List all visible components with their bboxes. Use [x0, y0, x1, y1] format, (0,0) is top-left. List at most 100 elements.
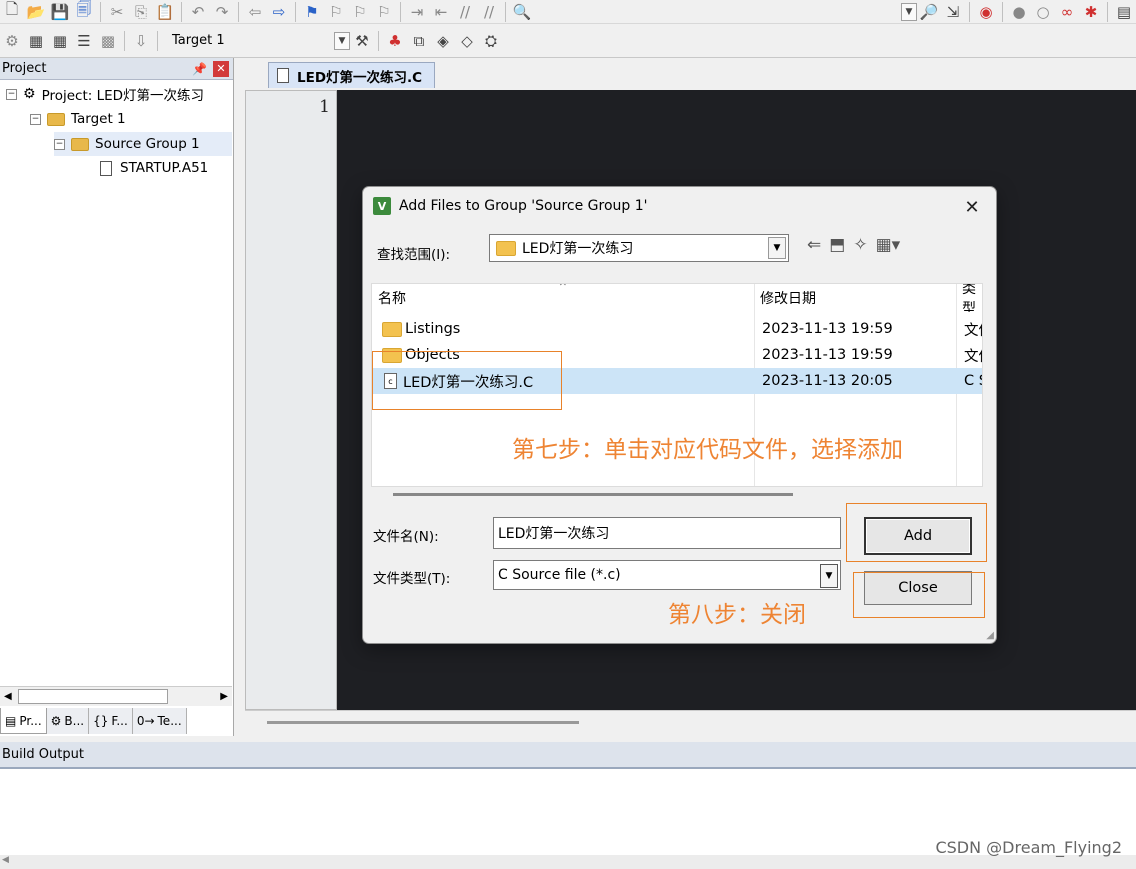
scroll-thumb[interactable]	[18, 689, 168, 704]
folder-icon	[496, 240, 516, 256]
column-header-type[interactable]: 类型	[956, 284, 982, 312]
target-options-icon[interactable]: ⚒	[350, 30, 374, 52]
main-toolbar: 🗋 📂 💾 🗐 ✂ ⎘ 📋 ↶ ↷ ⇦ ⇨ ⚑ ⚐ ⚐ ⚐ ⇥ ⇤ // // …	[0, 0, 1136, 24]
line-number: 1	[319, 97, 330, 117]
bookmark-icon[interactable]: ⚑	[300, 1, 324, 23]
file-list-hscrollbar[interactable]	[393, 493, 793, 496]
prev-bookmark-icon[interactable]: ⚐	[324, 1, 348, 23]
scroll-right-icon[interactable]: ▶	[216, 691, 232, 702]
collapse-icon[interactable]: −	[6, 88, 17, 100]
back-arrow-icon[interactable]: ⇐	[807, 235, 821, 255]
comment-icon[interactable]: //	[453, 1, 477, 23]
filetype-select[interactable]: C Source file (*.c) ▼	[493, 560, 841, 590]
manage-components-icon[interactable]: ⧉	[407, 30, 431, 52]
pack-installer-icon[interactable]: ⛭	[479, 30, 503, 52]
file-row[interactable]: Listings 2023-11-13 19:59 文件夹	[372, 316, 982, 342]
undo-icon[interactable]: ↶	[186, 1, 210, 23]
open-file-icon[interactable]: 📂	[24, 1, 48, 23]
file-extensions-icon[interactable]: ♣	[383, 30, 407, 52]
chevron-down-icon[interactable]: ▼	[820, 564, 838, 588]
filetype-value: C Source file (*.c)	[498, 567, 621, 583]
tab-books[interactable]: ⚙ B...	[46, 708, 90, 734]
uncomment-icon[interactable]: //	[477, 1, 501, 23]
window-layout-icon[interactable]: ▤	[1112, 1, 1136, 23]
column-header-name[interactable]: 名称	[372, 284, 754, 312]
nav-forward-icon[interactable]: ⇨	[267, 1, 291, 23]
tree-node-label: Source Group 1	[95, 136, 200, 152]
column-header-date[interactable]: 修改日期	[754, 284, 954, 312]
disable-all-breakpoints-icon[interactable]: ✱	[1079, 1, 1103, 23]
close-icon[interactable]: ✕	[213, 60, 229, 77]
tree-node-project[interactable]: − ⚙ Project: LED灯第一次练习	[6, 82, 204, 106]
project-hscrollbar[interactable]: ◀ ▶	[0, 686, 232, 706]
download-icon[interactable]: ⇩	[129, 30, 153, 52]
file-icon	[277, 68, 289, 83]
pin-icon[interactable]: 📌	[192, 62, 207, 76]
chevron-down-icon[interactable]: ▼	[768, 237, 786, 259]
save-icon[interactable]: 💾	[48, 1, 72, 23]
filename-input[interactable]: LED灯第一次练习	[493, 517, 841, 549]
indent-icon[interactable]: ⇥	[405, 1, 429, 23]
collapse-icon[interactable]: −	[30, 113, 41, 125]
tab-project[interactable]: ▤ Pr...	[0, 708, 47, 734]
file-date: 2023-11-13 19:59	[762, 321, 893, 337]
breakpoint-icon[interactable]: ●	[1007, 1, 1031, 23]
project-panel: Project 📌 ✕ − ⚙ Project: LED灯第一次练习 − Tar…	[0, 58, 234, 736]
cut-icon[interactable]: ✂	[105, 1, 129, 23]
annotation-box-close	[853, 572, 985, 618]
tree-node-file[interactable]: STARTUP.A51	[100, 156, 208, 180]
batch-build-icon[interactable]: ☰	[72, 30, 96, 52]
column-label: 类型	[962, 284, 976, 312]
disable-breakpoint-icon[interactable]: ○	[1031, 1, 1055, 23]
close-icon[interactable]: ✕	[960, 195, 984, 219]
save-all-icon[interactable]: 🗐	[72, 0, 96, 23]
collapse-icon[interactable]: −	[54, 138, 65, 150]
build-toolbar: ⚙ ▦ ▦ ☰ ▩ ⇩ Target 1 ▼ ⚒ ♣ ⧉ ◈ ◇ ⛭	[0, 24, 1136, 58]
nav-back-icon[interactable]: ⇦	[243, 1, 267, 23]
scroll-left-icon[interactable]: ◀	[0, 691, 16, 702]
look-in-select[interactable]: LED灯第一次练习 ▼	[489, 234, 789, 262]
redo-icon[interactable]: ↷	[210, 1, 234, 23]
run-time-env-icon[interactable]: ◇	[455, 30, 479, 52]
tab-functions[interactable]: {} F...	[89, 708, 133, 734]
folder-icon	[71, 137, 89, 151]
copy-icon[interactable]: ⎘	[129, 1, 153, 23]
stop-build-icon[interactable]: ▩	[96, 30, 120, 52]
clear-bookmarks-icon[interactable]: ⚐	[372, 1, 396, 23]
paste-icon[interactable]: 📋	[153, 1, 177, 23]
find-icon[interactable]: 🔎	[917, 1, 941, 23]
chevron-down-icon[interactable]: ▼	[334, 31, 350, 50]
up-folder-icon[interactable]: ⬒	[829, 235, 845, 255]
tree-node-source-group[interactable]: − Source Group 1	[54, 132, 232, 156]
view-menu-icon[interactable]: ▦▾	[876, 235, 901, 255]
build-icon[interactable]: ▦	[24, 30, 48, 52]
debug-icon[interactable]: ◉	[974, 1, 998, 23]
editor-tab-bar: LED灯第一次练习.C	[240, 58, 1136, 88]
find-in-files-icon[interactable]: 🔍	[510, 1, 534, 23]
find-dropdown-arrow-icon[interactable]: ▼	[901, 2, 917, 21]
target-select[interactable]: Target 1 ▼	[168, 30, 350, 52]
new-folder-icon[interactable]: ✧	[853, 235, 867, 255]
templates-icon: 0→	[136, 714, 155, 728]
rebuild-icon[interactable]: ▦	[48, 30, 72, 52]
translate-icon[interactable]: ⚙	[0, 30, 24, 52]
editor-hscrollbar[interactable]	[245, 710, 1136, 736]
scroll-thumb[interactable]	[267, 721, 579, 724]
next-bookmark-icon[interactable]: ⚐	[348, 1, 372, 23]
select-software-packs-icon[interactable]: ◈	[431, 30, 455, 52]
tree-node-target[interactable]: − Target 1	[30, 107, 126, 131]
new-file-icon[interactable]: 🗋	[0, 0, 24, 23]
tree-node-label: STARTUP.A51	[120, 160, 209, 176]
editor-tab[interactable]: LED灯第一次练习.C	[268, 62, 436, 88]
unindent-icon[interactable]: ⇤	[429, 1, 453, 23]
watermark: CSDN @Dream_Flying2	[935, 838, 1122, 857]
annotation-box-file	[372, 351, 562, 410]
build-output-hscrollbar[interactable]: ◀	[0, 855, 1136, 869]
tab-templates[interactable]: 0→ Te...	[132, 708, 187, 734]
file-type: C Source	[964, 373, 982, 389]
toolbar-separator	[400, 1, 401, 22]
resize-grip-icon[interactable]: ◢	[986, 630, 994, 641]
kill-breakpoints-icon[interactable]: ∞	[1055, 1, 1079, 23]
file-icon	[100, 160, 112, 176]
incremental-find-icon[interactable]: ⇲	[941, 1, 965, 23]
